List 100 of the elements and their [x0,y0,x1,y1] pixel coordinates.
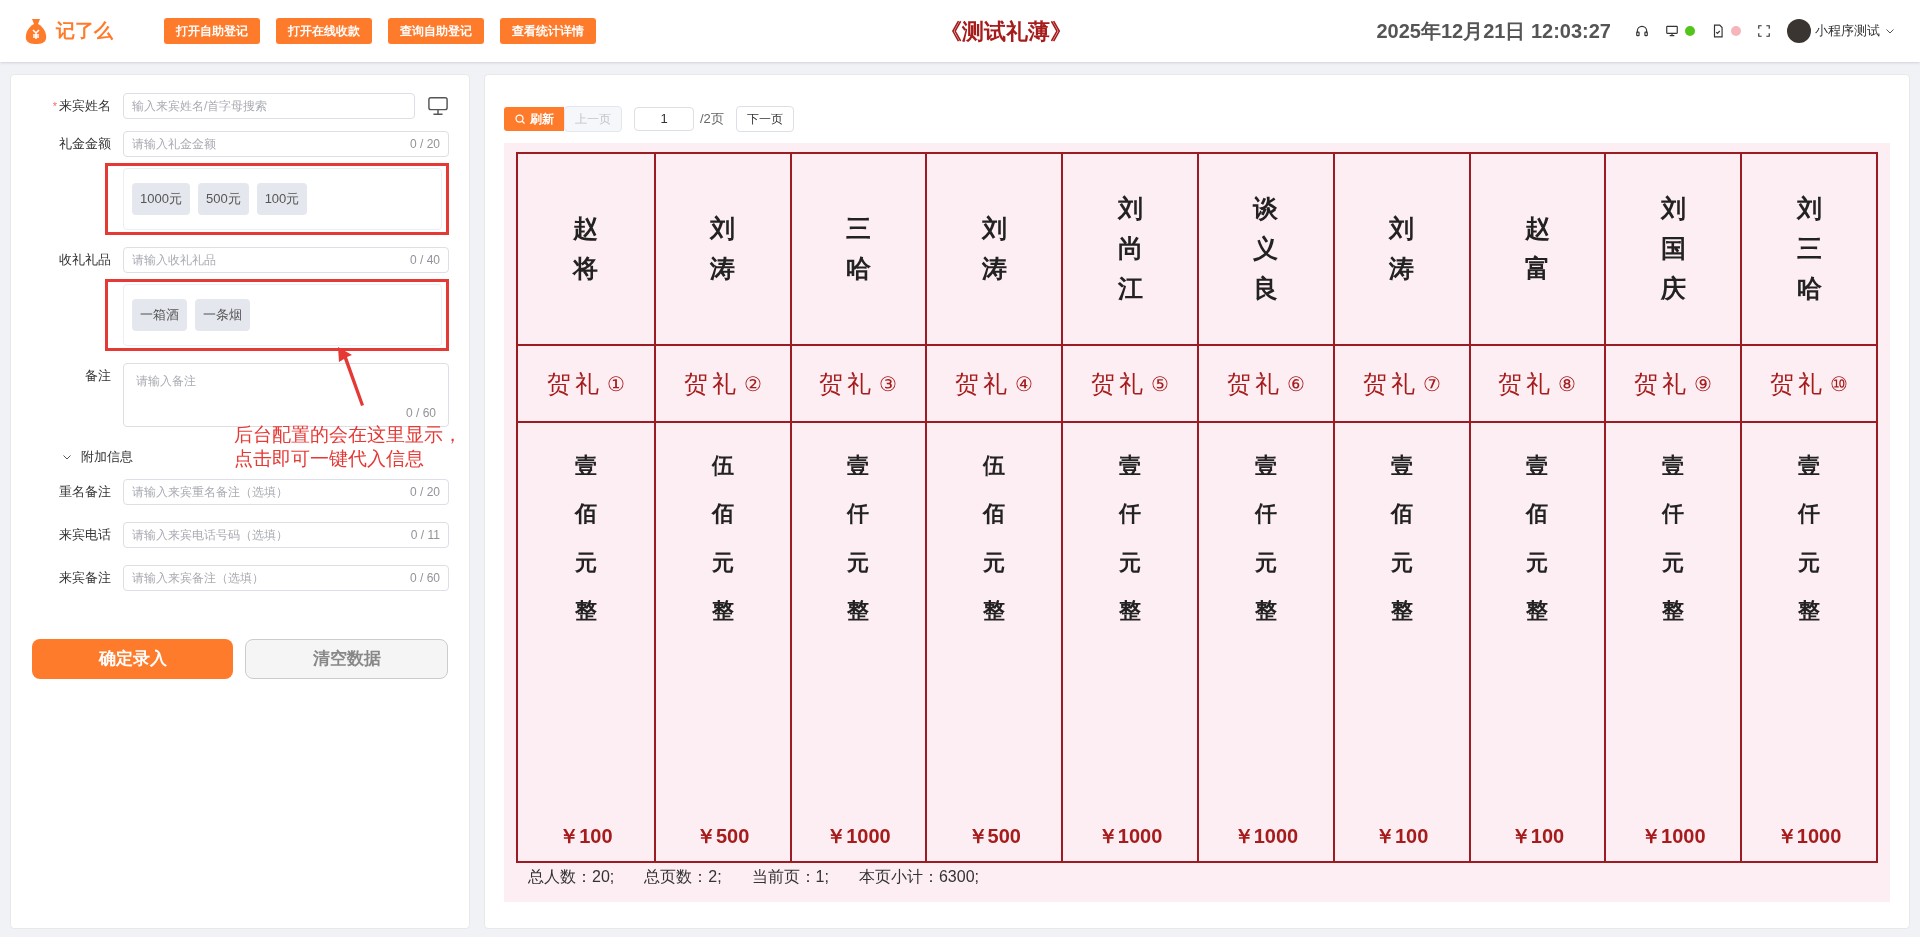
input-field[interactable]: 输入来宾姓名/首字母搜索 [123,93,415,119]
document-icon[interactable] [1711,24,1725,38]
input-field[interactable]: 请输入来宾重名备注（选填） 0 / 20 [123,478,449,505]
entry-number: ⑨ [1694,371,1713,397]
amount-value: ￥1000 [1233,824,1299,849]
field-label: 收礼礼品 [59,251,111,270]
amount-value: ￥100 [559,824,613,849]
clear-button[interactable]: 清空数据 [245,638,448,679]
amount-in-words: 壹仟元整 [1119,451,1142,626]
gift-label: 贺礼 [1362,368,1419,400]
amount-in-words: 壹仟元整 [1254,451,1277,626]
input-field[interactable]: 请输入来宾电话号码（选填） 0 / 11 [123,521,449,548]
gift-label: 贺礼 [1226,368,1283,400]
amount-in-words: 伍佰元整 [983,451,1006,626]
app-logo-text: 记了么 [56,18,113,43]
entry-number: ⑥ [1286,371,1305,397]
amount-value: ￥1000 [1776,824,1842,849]
entry-number: ⑤ [1151,371,1170,397]
money-bag-icon [24,17,48,45]
action-button[interactable]: 打开自助登记 [164,18,260,44]
guest-name: 刘涛 [1389,213,1415,285]
preset-chip[interactable]: 100元 [256,183,308,215]
search-icon [514,113,526,125]
gift-label: 贺礼 [1498,368,1555,400]
guest-name: 刘国庆 [1660,193,1686,305]
gift-label: 贺礼 [1770,368,1827,400]
amount-in-words: 壹佰元整 [1526,451,1549,626]
summary-stat: 总页数：2; [644,867,722,887]
entry-number: ① [606,371,625,397]
entry-number: ⑧ [1558,371,1577,397]
refresh-button[interactable]: 刷新 [504,107,564,131]
guest-name: 刘涛 [981,213,1007,285]
amount-in-words: 壹仟元整 [1798,451,1821,626]
fullscreen-icon[interactable] [1757,24,1771,38]
gift-label: 贺礼 [819,368,876,400]
summary-stat: 总人数：20; [528,867,615,887]
entry-number: ③ [879,371,898,397]
submit-button[interactable]: 确定录入 [32,638,233,679]
char-counter: 0 / 60 [405,405,436,422]
guest-name: 赵富 [1525,213,1550,285]
char-counter: 0 / 60 [409,569,440,587]
preset-chip[interactable]: 一条烟 [195,299,250,331]
amount-value: ￥100 [1510,824,1565,849]
entry-number: ⑦ [1422,371,1441,397]
amount-value: ￥1000 [1097,824,1163,849]
input-field[interactable]: 请输入来宾备注（选填） 0 / 60 [123,564,449,591]
next-page-button[interactable]: 下一页 [735,106,794,132]
amount-value: ￥500 [696,824,750,849]
field-label: 礼金金额 [59,135,111,154]
input-field[interactable]: 请输入礼金金额 0 / 20 [123,131,449,157]
amount-value: ￥1000 [1641,824,1706,849]
char-counter: 0 / 40 [409,252,440,269]
entry-number: ② [743,371,762,397]
gift-label: 贺礼 [1091,368,1148,400]
guest-name: 刘尚江 [1117,193,1143,305]
guest-name: 刘涛 [710,213,736,285]
preset-chip[interactable]: 500元 [197,183,249,215]
total-pages-label: /2页 [700,110,724,129]
annotation-text: 点击即可一键代入信息 [234,447,425,471]
avatar[interactable] [1787,19,1811,43]
amount-value: ￥500 [967,824,1021,849]
preset-chip[interactable]: 1000元 [132,183,190,215]
amount-in-words: 壹佰元整 [1390,451,1413,626]
action-button[interactable]: 打开在线收款 [276,18,372,44]
summary-stat: 本页小计：6300; [858,867,979,887]
entry-number: ⑩ [1830,371,1849,397]
gift-label: 贺礼 [546,368,603,400]
gift-label: 贺礼 [683,368,740,400]
char-counter: 0 / 20 [409,136,440,153]
field-label: 备注 [85,367,111,386]
gift-label: 贺礼 [1634,368,1691,400]
extra-info-toggle[interactable]: 附加信息 [61,447,133,467]
action-button[interactable]: 查询自助登记 [388,18,484,44]
guest-name: 谈义良 [1253,193,1279,305]
field-label: 来宾备注 [59,568,111,587]
char-counter: 0 / 20 [409,483,440,501]
guest-name: 三哈 [846,213,871,285]
user-name[interactable]: 小程序测试 [1815,21,1880,41]
field-label: 重名备注 [59,482,111,501]
monitor-icon[interactable] [1665,24,1679,38]
field-label: 来宾姓名 [59,97,111,116]
required-mark: * [52,98,57,114]
amount-in-words: 伍佰元整 [711,451,734,626]
page-number-field[interactable]: 1 [634,107,694,131]
input-field[interactable]: 请输入收礼礼品 0 / 40 [123,247,449,273]
gift-label: 贺礼 [955,368,1012,400]
date-time: 2025年12月21日 12:03:27 [1376,19,1611,44]
guest-name: 赵将 [573,213,599,285]
action-button[interactable]: 查看统计详情 [500,18,596,44]
guest-name: 刘三哈 [1796,193,1822,305]
summary-stat: 当前页：1; [751,867,829,887]
preset-chip[interactable]: 一箱酒 [132,299,187,331]
amount-value: ￥1000 [826,824,891,849]
amount-in-words: 壹仟元整 [1662,451,1685,626]
amount-value: ￥100 [1375,824,1429,849]
monitor-icon[interactable] [427,96,449,116]
ledger-title: 《测试礼薄》 [940,17,1073,46]
char-counter: 0 / 11 [410,526,440,544]
amount-in-words: 壹佰元整 [574,451,597,626]
headset-icon[interactable] [1635,24,1649,38]
